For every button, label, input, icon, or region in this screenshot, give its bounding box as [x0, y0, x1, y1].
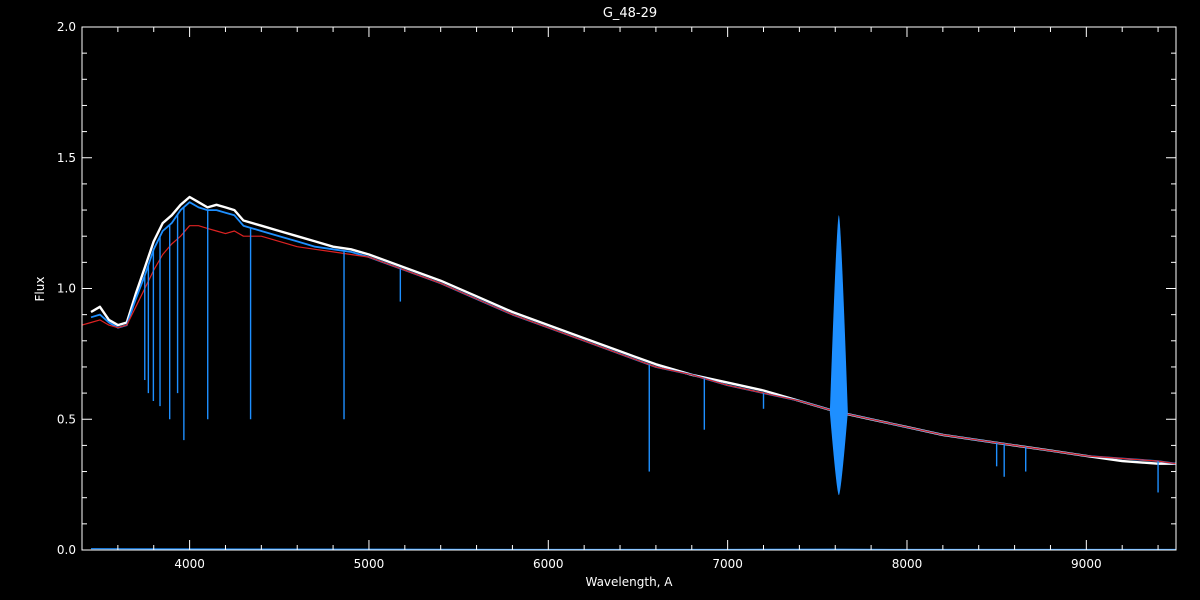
x-tick-label: 7000 — [712, 557, 743, 571]
chart-background — [0, 0, 1200, 600]
y-tick-label: 2.0 — [57, 20, 76, 34]
spectrum-chart: G_48-29 4000 5000 6000 7000 8000 9000 0.0 0.5 1… — [0, 0, 1200, 600]
x-axis-title: Wavelength, A — [585, 575, 673, 589]
y-tick-label: 0.5 — [57, 412, 76, 426]
chart-title: G_48-29 — [603, 6, 657, 21]
y-tick-label: 1.5 — [57, 151, 76, 165]
y-axis-title: Flux — [33, 277, 47, 302]
x-tick-label: 5000 — [354, 557, 385, 571]
x-tick-label: 9000 — [1071, 557, 1102, 571]
x-tick-label: 8000 — [892, 557, 923, 571]
y-tick-label: 0.0 — [57, 543, 76, 557]
x-tick-label: 4000 — [174, 557, 205, 571]
x-tick-label: 6000 — [533, 557, 564, 571]
y-tick-label: 1.0 — [57, 282, 76, 296]
